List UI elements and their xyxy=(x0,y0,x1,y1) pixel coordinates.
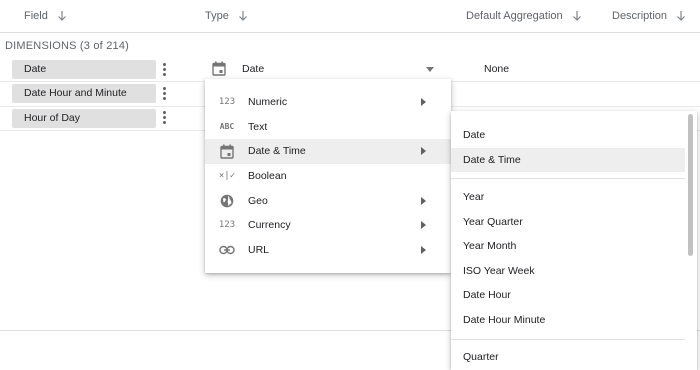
submenu-item-year-quarter[interactable]: Year Quarter xyxy=(451,210,685,234)
more-options-icon[interactable] xyxy=(163,87,167,101)
menu-item-date-time[interactable]: Date & Time xyxy=(205,139,451,164)
description-column-header[interactable]: Description xyxy=(612,10,686,22)
dimensions-section-title: DIMENSIONS (3 of 214) xyxy=(5,40,130,52)
currency-icon: 123 xyxy=(218,220,236,231)
submenu-divider xyxy=(451,339,685,340)
chevron-right-icon xyxy=(421,98,426,107)
aggregation-value[interactable]: None xyxy=(484,63,509,75)
type-menu: 123 Numeric ABC Text Date & Time ×|✓ Boo… xyxy=(205,79,451,273)
menu-item-label: Numeric xyxy=(248,96,288,109)
sort-arrow-icon[interactable] xyxy=(57,10,67,22)
date-time-submenu: Date Date & Time Year Year Quarter Year … xyxy=(451,111,697,370)
menu-item-label: Geo xyxy=(248,194,268,207)
chevron-right-icon xyxy=(421,147,426,156)
menu-item-label: Boolean xyxy=(248,170,287,183)
menu-item-label: Text xyxy=(248,120,268,133)
description-header-label: Description xyxy=(612,10,668,22)
field-chip[interactable]: Date xyxy=(12,60,156,79)
menu-item-label: URL xyxy=(248,243,270,256)
submenu-divider xyxy=(451,178,685,179)
scrollbar-thumb[interactable] xyxy=(688,114,693,256)
calendar-icon xyxy=(218,144,236,159)
dropdown-arrow-icon xyxy=(426,67,434,72)
link-icon xyxy=(218,245,236,255)
aggregation-header-label: Default Aggregation xyxy=(466,10,563,22)
type-value: Date xyxy=(242,63,265,75)
menu-item-label: Currency xyxy=(248,219,291,232)
menu-item-currency[interactable]: 123 Currency xyxy=(205,213,451,238)
submenu-item-date-hour[interactable]: Date Hour xyxy=(451,283,685,307)
sort-arrow-icon[interactable] xyxy=(238,10,248,22)
menu-item-geo[interactable]: Geo xyxy=(205,188,451,213)
text-icon: ABC xyxy=(219,122,235,132)
field-header-label: Field xyxy=(24,10,48,22)
globe-icon xyxy=(218,194,236,208)
menu-item-text[interactable]: ABC Text xyxy=(205,115,451,140)
table-header: Field Type Default Aggregation Descripti… xyxy=(0,0,700,33)
chevron-right-icon xyxy=(421,245,426,254)
chevron-right-icon xyxy=(421,221,426,230)
field-chip[interactable]: Hour of Day xyxy=(12,109,156,128)
sort-arrow-icon[interactable] xyxy=(572,10,582,22)
type-dropdown[interactable]: Date xyxy=(212,59,440,79)
menu-item-url[interactable]: URL xyxy=(205,238,451,263)
submenu-item-quarter[interactable]: Quarter xyxy=(451,345,685,369)
field-column-header[interactable]: Field xyxy=(24,10,67,22)
menu-item-boolean[interactable]: ×|✓ Boolean xyxy=(205,164,451,189)
submenu-item-year-month[interactable]: Year Month xyxy=(451,234,685,258)
calendar-icon xyxy=(212,61,226,81)
submenu-item-date[interactable]: Date xyxy=(451,123,685,147)
boolean-icon: ×|✓ xyxy=(218,171,236,182)
type-column-header[interactable]: Type xyxy=(205,10,248,22)
field-chip[interactable]: Date Hour and Minute xyxy=(12,84,156,103)
submenu-item-date-time[interactable]: Date & Time xyxy=(451,148,685,172)
submenu-item-iso-year-week[interactable]: ISO Year Week xyxy=(451,259,685,283)
type-header-label: Type xyxy=(205,10,229,22)
menu-item-numeric[interactable]: 123 Numeric xyxy=(205,90,451,115)
numeric-icon: 123 xyxy=(218,97,236,108)
submenu-item-date-hour-minute[interactable]: Date Hour Minute xyxy=(451,308,685,332)
more-options-icon[interactable] xyxy=(163,111,167,125)
submenu-item-year[interactable]: Year xyxy=(451,185,685,209)
sort-arrow-icon[interactable] xyxy=(676,10,686,22)
chevron-right-icon xyxy=(421,196,426,205)
more-options-icon[interactable] xyxy=(163,63,167,77)
aggregation-column-header[interactable]: Default Aggregation xyxy=(466,10,582,22)
menu-item-label: Date & Time xyxy=(248,145,306,158)
